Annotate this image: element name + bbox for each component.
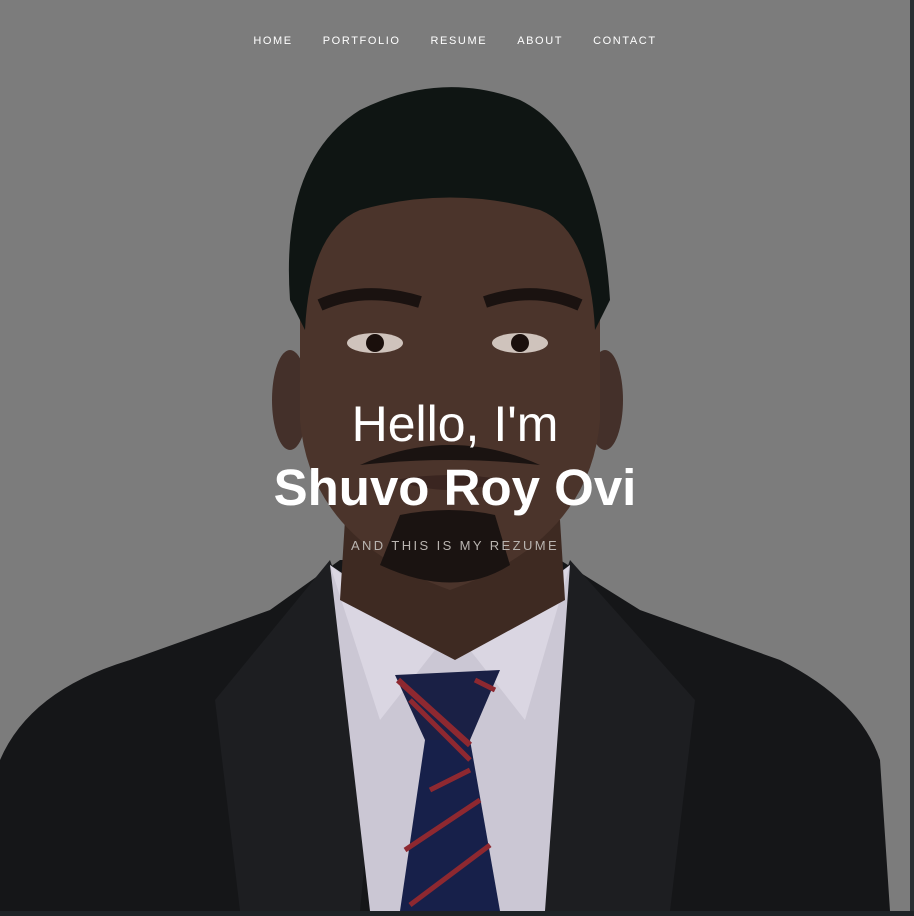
nav-contact[interactable]: CONTACT	[593, 35, 657, 48]
portrait-photo	[0, 0, 910, 911]
hero-tagline: AND THIS IS MY REZUME	[350, 538, 560, 553]
nav-resume[interactable]: RESUME	[431, 35, 488, 48]
nav-home[interactable]: HOME	[253, 35, 292, 48]
hero-section: HOME PORTFOLIO RESUME ABOUT CONTACT Hell…	[0, 0, 910, 911]
hero-greeting: Hello, I'm	[351, 396, 559, 452]
nav-portfolio[interactable]: PORTFOLIO	[323, 35, 401, 48]
nav-about[interactable]: ABOUT	[517, 35, 563, 48]
hero-name: Shuvo Roy Ovi	[273, 459, 637, 516]
main-navigation: HOME PORTFOLIO RESUME ABOUT CONTACT	[0, 35, 910, 48]
page-footer-edge	[0, 911, 914, 916]
scrollbar-track	[910, 0, 914, 916]
